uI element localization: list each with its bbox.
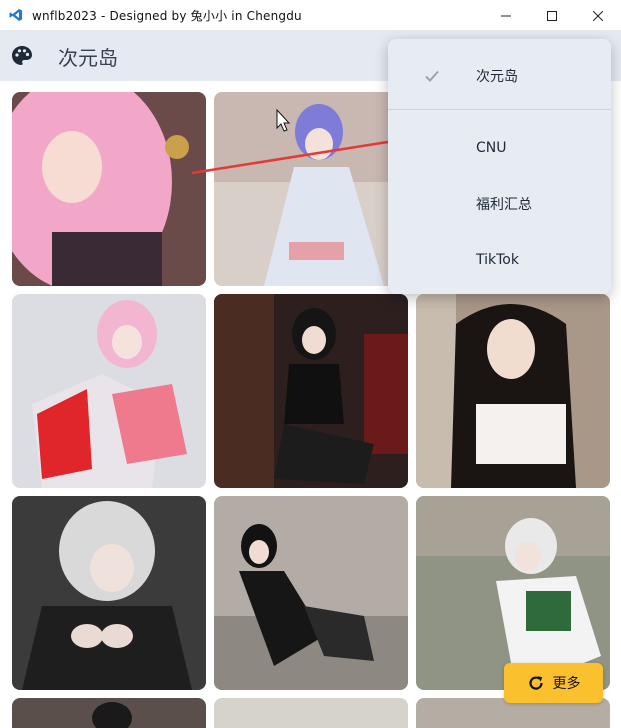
gallery-tile[interactable] bbox=[12, 496, 206, 690]
menu-item-label: TikTok bbox=[476, 252, 519, 268]
more-button-label: 更多 bbox=[552, 676, 581, 692]
page-title: 次元岛 bbox=[58, 45, 118, 70]
menu-item-tiktok[interactable]: TikTok bbox=[388, 238, 611, 282]
maximize-button[interactable] bbox=[529, 0, 575, 31]
close-icon bbox=[593, 10, 603, 21]
menu-item-ciyuandao[interactable]: 次元岛 bbox=[388, 54, 611, 98]
menu-divider bbox=[388, 109, 611, 110]
menu-item-label: 福利汇总 bbox=[476, 197, 532, 213]
menu-item-label: 次元岛 bbox=[476, 69, 518, 85]
minimize-icon bbox=[501, 15, 511, 16]
close-button[interactable] bbox=[575, 0, 621, 31]
minimize-button[interactable] bbox=[483, 0, 529, 31]
maximize-icon bbox=[547, 10, 557, 21]
vscode-icon bbox=[8, 7, 24, 23]
gallery-tile[interactable] bbox=[12, 698, 206, 728]
gallery-tile[interactable] bbox=[416, 496, 610, 690]
checkmark-icon bbox=[425, 70, 439, 82]
menu-item-fuli[interactable]: 福利汇总 bbox=[388, 182, 611, 226]
gallery-tile[interactable] bbox=[416, 294, 610, 488]
gallery-tile[interactable] bbox=[214, 294, 408, 488]
window-title: wnflb2023 - Designed by 兔小小 in Chengdu bbox=[32, 8, 302, 23]
palette-icon[interactable] bbox=[10, 44, 34, 68]
category-menu: 次元岛 CNU 福利汇总 TikTok bbox=[388, 39, 611, 294]
refresh-icon bbox=[528, 676, 543, 690]
menu-item-cnu[interactable]: CNU bbox=[388, 126, 611, 170]
gallery-tile[interactable] bbox=[12, 294, 206, 488]
gallery-tile[interactable] bbox=[214, 698, 408, 728]
gallery-tile[interactable] bbox=[214, 496, 408, 690]
gallery-tile[interactable] bbox=[12, 92, 206, 286]
window-titlebar: wnflb2023 - Designed by 兔小小 in Chengdu bbox=[0, 0, 621, 31]
gallery-tile[interactable] bbox=[214, 92, 408, 286]
menu-item-label: CNU bbox=[476, 140, 507, 156]
window-controls bbox=[483, 0, 621, 31]
more-button[interactable]: 更多 bbox=[504, 663, 603, 703]
